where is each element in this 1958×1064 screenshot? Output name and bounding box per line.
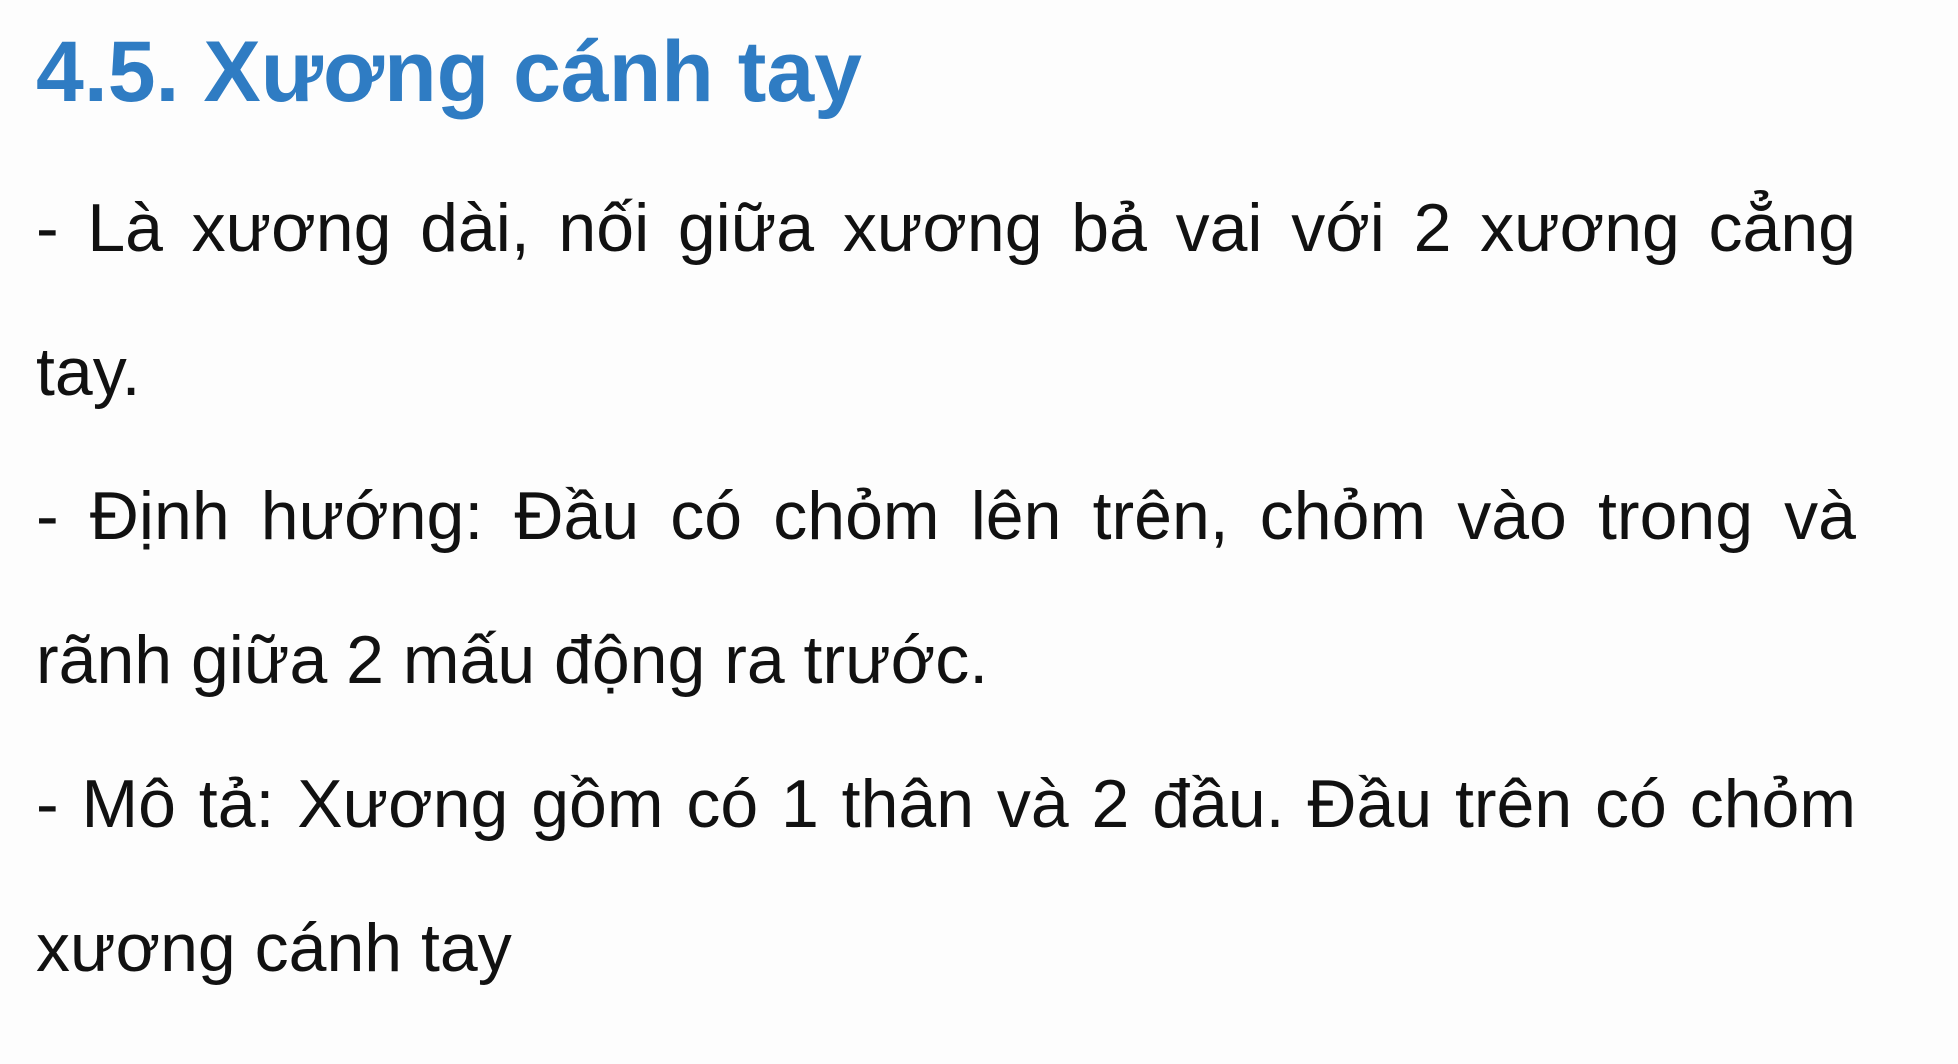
paragraph-orientation: - Định hướng: Đầu có chỏm lên trên, chỏm… bbox=[36, 478, 1856, 698]
slide-body: - Là xương dài, nối giữa xương bả vai vớ… bbox=[36, 156, 1856, 1020]
paragraph-definition: - Là xương dài, nối giữa xương bả vai vớ… bbox=[36, 190, 1856, 410]
slide-title: 4.5. Xương cánh tay bbox=[36, 24, 862, 120]
paragraph-description: - Mô tả: Xương gồm có 1 thân và 2 đầu. Đ… bbox=[36, 766, 1856, 986]
slide: 4.5. Xương cánh tay - Là xương dài, nối … bbox=[0, 0, 1958, 1064]
